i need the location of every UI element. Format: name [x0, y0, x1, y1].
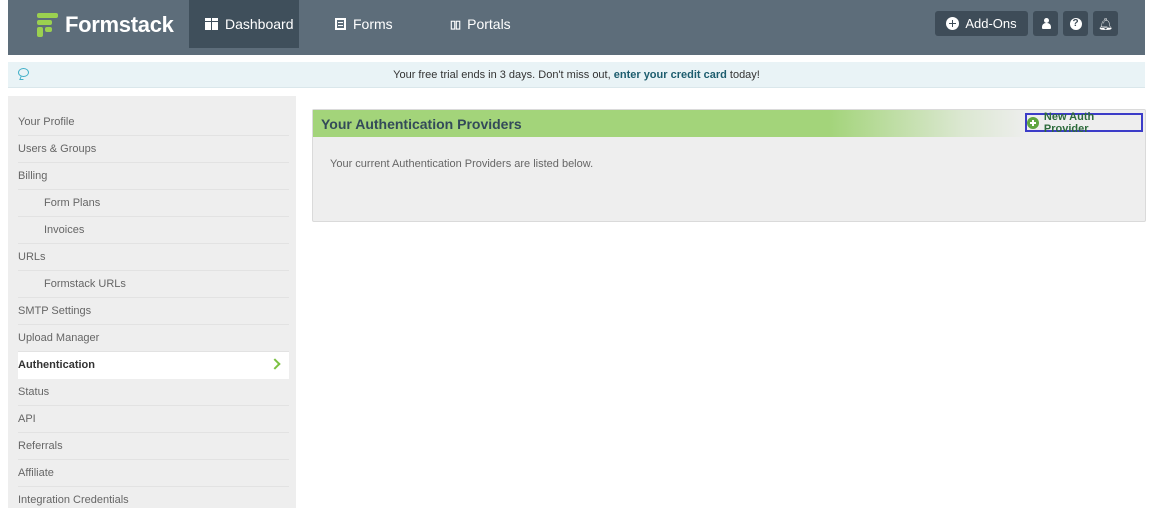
chevron-right-icon [269, 358, 281, 370]
panel-description: Your current Authentication Providers ar… [330, 158, 594, 170]
add-circle-icon [1027, 116, 1039, 129]
tab-forms[interactable]: Forms [325, 0, 405, 48]
brand-name: Formstack [65, 12, 174, 37]
dashboard-icon [205, 18, 218, 30]
sidebar-item-billing[interactable]: Billing [18, 163, 289, 190]
formstack-logo-icon [37, 13, 58, 37]
tab-portals[interactable]: ▯▯ Portals [440, 0, 530, 48]
help-button[interactable]: ? [1063, 11, 1088, 36]
user-icon [1041, 18, 1051, 29]
sidebar-item-integration-credentials[interactable]: Integration Credentials [18, 487, 289, 508]
add-ons-button[interactable]: Add-Ons [935, 11, 1028, 36]
banner-text: Your free trial ends in 3 days. Don't mi… [393, 68, 760, 81]
sidebar-item-authentication[interactable]: Authentication [18, 352, 289, 379]
sidebar-item-smtp-settings[interactable]: SMTP Settings [18, 298, 289, 325]
chat-icon[interactable] [18, 68, 29, 77]
add-ons-label: Add-Ons [965, 16, 1017, 31]
panel-header: Your Authentication Providers [313, 110, 1145, 137]
sidebar-item-form-plans[interactable]: Form Plans [18, 190, 289, 217]
credit-card-link[interactable]: enter your credit card [614, 69, 727, 81]
auth-providers-panel: Your Authentication Providers New Auth P… [312, 109, 1146, 222]
sidebar-item-urls[interactable]: URLs [18, 244, 289, 271]
formstack-logo[interactable]: Formstack [37, 12, 174, 38]
sidebar-item-referrals[interactable]: Referrals [18, 433, 289, 460]
help-icon: ? [1069, 17, 1082, 30]
top-navigation: Formstack Dashboard Forms ▯▯ Portals Add… [8, 0, 1145, 55]
tab-portals-label: Portals [467, 16, 511, 32]
panel-title: Your Authentication Providers [321, 115, 522, 132]
sidebar-item-affiliate[interactable]: Affiliate [18, 460, 289, 487]
sidebar-item-formstack-urls[interactable]: Formstack URLs [18, 271, 289, 298]
forms-icon [335, 18, 346, 30]
sidebar-item-invoices[interactable]: Invoices [18, 217, 289, 244]
sidebar-item-status[interactable]: Status [18, 379, 289, 406]
portals-icon: ▯▯ [450, 18, 461, 31]
sidebar-item-your-profile[interactable]: Your Profile [18, 109, 289, 136]
tab-dashboard[interactable]: Dashboard [189, 0, 299, 48]
new-auth-provider-button[interactable]: New Auth Provider [1025, 110, 1143, 135]
sidebar-item-users-groups[interactable]: Users & Groups [18, 136, 289, 163]
tab-dashboard-label: Dashboard [225, 16, 294, 32]
bell-icon: 🔔︎ [1097, 16, 1114, 31]
new-auth-provider-label: New Auth Provider [1043, 110, 1095, 135]
plus-circle-icon [946, 17, 960, 30]
tab-forms-label: Forms [353, 16, 393, 32]
notifications-button[interactable]: 🔔︎ [1093, 11, 1118, 36]
sidebar-item-upload-manager[interactable]: Upload Manager [18, 325, 289, 352]
settings-sidebar: Your Profile Users & Groups Billing Form… [8, 96, 296, 508]
sidebar-item-api[interactable]: API [18, 406, 289, 433]
user-account-button[interactable] [1033, 11, 1058, 36]
trial-banner: Your free trial ends in 3 days. Don't mi… [8, 62, 1145, 88]
